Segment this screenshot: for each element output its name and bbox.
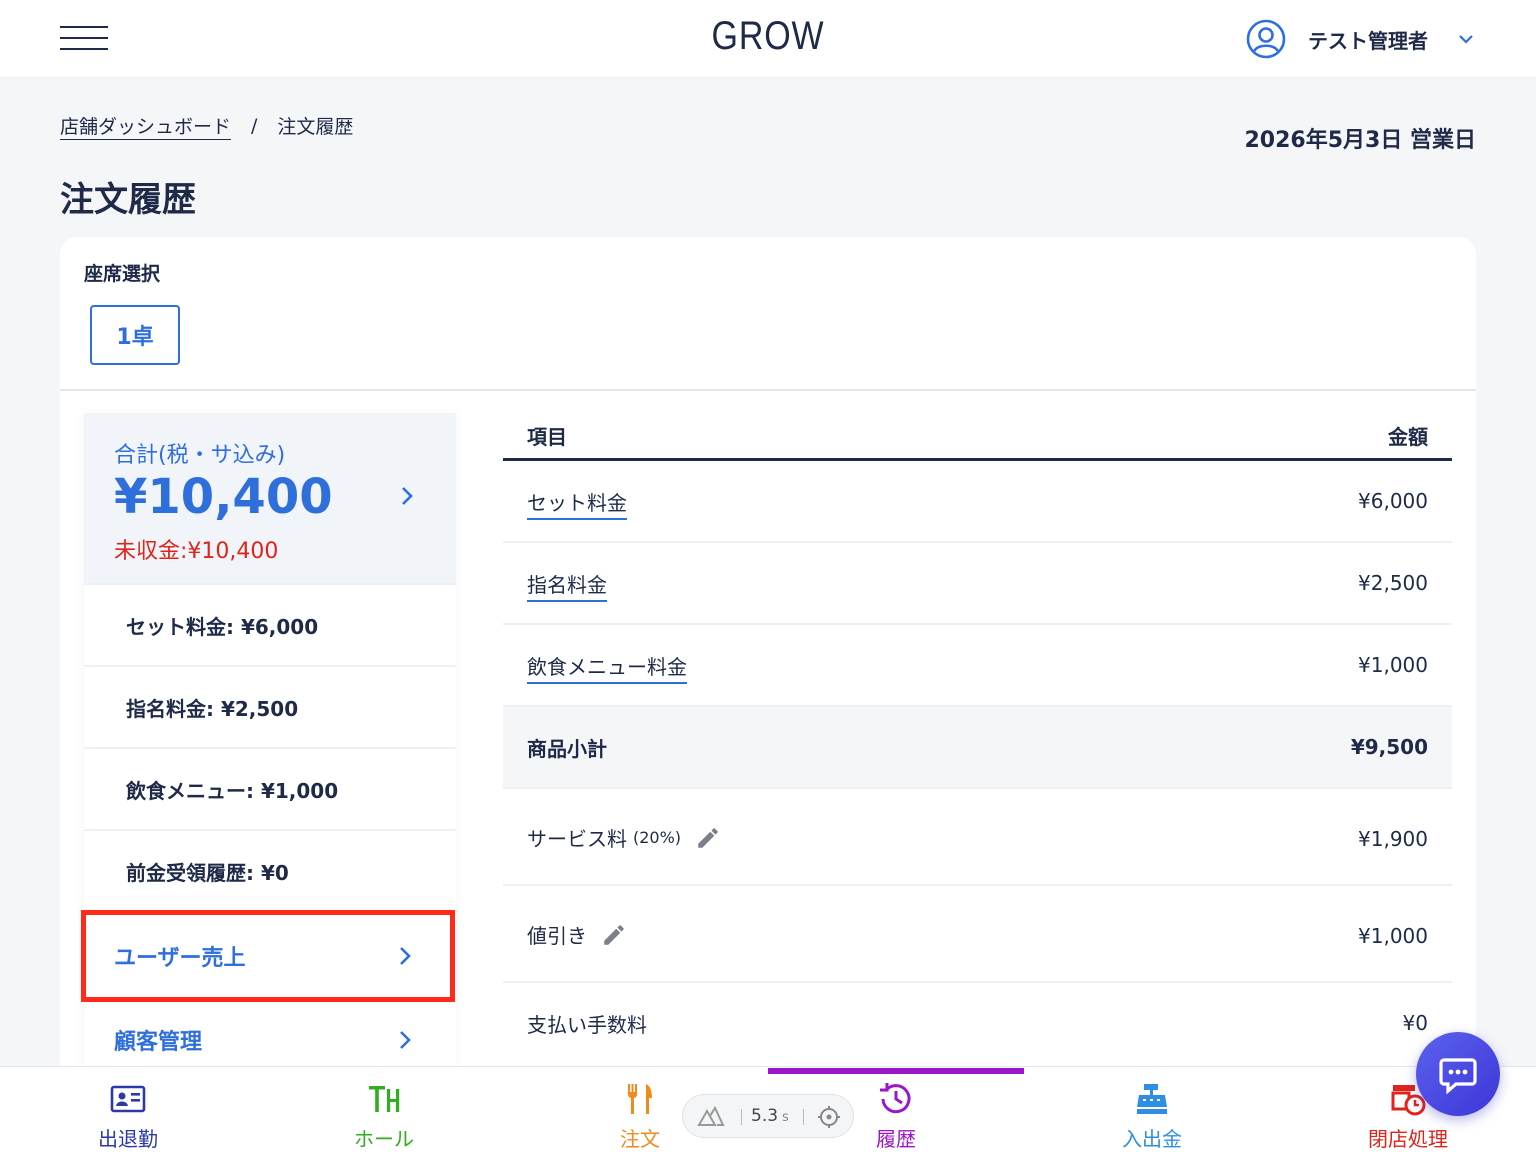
table-row: セット料金 ¥6,000 xyxy=(503,461,1452,543)
table-row: 飲食メニュー料金 ¥1,000 xyxy=(503,625,1452,707)
pill-separator xyxy=(741,1109,742,1125)
food-menu-fee-link[interactable]: 飲食メニュー料金 xyxy=(527,651,687,680)
nav-cash[interactable]: 入出金 xyxy=(1024,1067,1280,1152)
nav-attendance-label: 出退勤 xyxy=(98,1127,158,1151)
column-amount: 金額 xyxy=(1388,425,1428,449)
summary-panel: 合計(税・サ込み) ¥10,400 未収金:¥10,400 セット料金: ¥6,… xyxy=(84,413,456,1113)
breadcrumb-link-dashboard[interactable]: 店舗ダッシュボード xyxy=(60,112,231,139)
row-amount: ¥6,000 xyxy=(1358,489,1428,513)
chevron-right-icon xyxy=(400,1031,411,1049)
chevron-right-icon xyxy=(402,487,413,505)
row-amount: ¥1,000 xyxy=(1358,653,1428,677)
service-fee-row: サービス料 (20%) ¥1,900 xyxy=(503,789,1452,886)
breadcrumb-current: 注文履歴 xyxy=(277,116,354,138)
nomination-fee-link[interactable]: 指名料金 xyxy=(527,569,607,598)
total-label: 合計(税・サ込み) xyxy=(114,443,286,468)
user-name: テスト管理者 xyxy=(1308,28,1428,53)
discount-label: 値引き xyxy=(527,920,627,949)
cash-register-icon xyxy=(1137,1084,1167,1114)
id-card-icon xyxy=(110,1085,146,1113)
discount-amount: ¥1,000 xyxy=(1358,924,1428,948)
breadcrumb: 店舗ダッシュボード / 注文履歴 xyxy=(60,112,353,139)
pencil-edit-icon[interactable] xyxy=(695,825,721,851)
nav-closing-label: 閉店処理 xyxy=(1368,1127,1448,1151)
business-date: 2026年5月3日 営業日 xyxy=(1244,128,1476,153)
set-fee-link[interactable]: セット料金 xyxy=(527,487,627,516)
load-time-unit: s xyxy=(782,1110,789,1125)
user-sales-label: ユーザー売上 xyxy=(114,946,246,971)
customer-management-label: 顧客管理 xyxy=(114,1030,203,1055)
seat-select-label: 座席選択 xyxy=(84,263,161,285)
discount-row: 値引き ¥1,000 xyxy=(503,886,1452,983)
nav-cash-label: 入出金 xyxy=(1122,1127,1182,1151)
payment-fee-row: 支払い手数料 ¥0 xyxy=(503,983,1452,1065)
subtotal-amount: ¥9,500 xyxy=(1350,735,1428,759)
load-time: 5.3 s xyxy=(751,1106,789,1126)
seat-button[interactable]: 1卓 xyxy=(90,305,180,365)
hamburger-menu-icon[interactable] xyxy=(60,24,108,52)
column-item: 項目 xyxy=(527,425,567,449)
performance-indicator[interactable]: 5.3 s xyxy=(682,1094,854,1138)
table-row: 指名料金 ¥2,500 xyxy=(503,543,1452,625)
service-fee-label: サービス料 (20%) xyxy=(527,823,721,852)
active-tab-indicator xyxy=(768,1068,1024,1074)
table-chairs-icon xyxy=(369,1086,400,1112)
summary-nomination-fee: 指名料金: ¥2,500 xyxy=(84,665,456,747)
order-detail-table: 項目 金額 セット料金 ¥6,000 指名料金 ¥2,500 飲食メニュー料金 … xyxy=(503,413,1452,1065)
subtotal-row: 商品小計 ¥9,500 xyxy=(503,707,1452,789)
service-fee-name: サービス料 xyxy=(527,827,627,851)
nav-hall-label: ホール xyxy=(354,1127,414,1151)
total-summary[interactable]: 合計(税・サ込み) ¥10,400 未収金:¥10,400 xyxy=(84,413,456,583)
service-fee-rate: (20%) xyxy=(633,828,682,847)
subtotal-label: 商品小計 xyxy=(527,737,607,761)
user-sales-link[interactable]: ユーザー売上 xyxy=(84,913,456,997)
user-menu[interactable]: テスト管理者 xyxy=(1246,18,1476,60)
chat-bubble-icon xyxy=(1439,1058,1477,1094)
unpaid-amount: 未収金:¥10,400 xyxy=(114,539,279,564)
chevron-right-icon xyxy=(400,947,411,965)
page-title: 注文履歴 xyxy=(60,180,196,220)
nuxt-logo-icon xyxy=(697,1105,725,1126)
breadcrumb-separator: / xyxy=(251,114,258,137)
summary-set-fee: セット料金: ¥6,000 xyxy=(84,583,456,665)
service-fee-amount: ¥1,900 xyxy=(1358,827,1428,851)
nav-attendance[interactable]: 出退勤 xyxy=(0,1067,256,1152)
summary-deposit-history: 前金受領履歴: ¥0 xyxy=(84,829,456,911)
user-avatar-icon xyxy=(1246,19,1286,59)
summary-food-menu: 飲食メニュー: ¥1,000 xyxy=(84,747,456,829)
row-amount: ¥2,500 xyxy=(1358,571,1428,595)
card-divider xyxy=(60,389,1476,391)
nav-hall[interactable]: ホール xyxy=(256,1067,512,1152)
pill-separator xyxy=(803,1109,804,1125)
history-clock-icon xyxy=(880,1083,911,1114)
load-time-value: 5.3 xyxy=(751,1106,779,1126)
chat-button[interactable] xyxy=(1416,1032,1500,1116)
pencil-edit-icon[interactable] xyxy=(601,922,627,948)
app-header: GROW テスト管理者 xyxy=(0,0,1536,78)
fork-knife-icon xyxy=(627,1084,652,1114)
table-header: 項目 金額 xyxy=(503,413,1452,461)
payment-fee-amount: ¥0 xyxy=(1402,1011,1428,1035)
order-history-card: 座席選択 1卓 合計(税・サ込み) ¥10,400 未収金:¥10,400 セッ… xyxy=(60,237,1476,1137)
payment-fee-label: 支払い手数料 xyxy=(527,1013,647,1037)
total-amount: ¥10,400 xyxy=(114,469,333,525)
crosshair-icon[interactable] xyxy=(817,1105,841,1129)
chevron-down-icon xyxy=(1459,35,1473,44)
app-logo: GROW xyxy=(711,14,825,58)
discount-name: 値引き xyxy=(527,924,587,948)
